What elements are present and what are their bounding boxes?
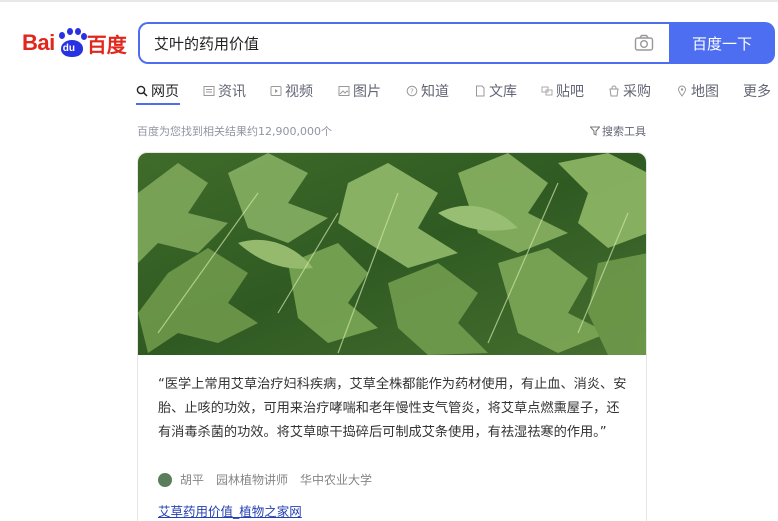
active-tab-indicator	[136, 103, 180, 105]
tab-label: 视频	[285, 84, 313, 100]
tab-label: 贴吧	[556, 84, 584, 100]
tab-web[interactable]: 网页	[136, 80, 179, 102]
shop-icon	[609, 85, 619, 97]
news-icon	[203, 86, 215, 96]
tab-label: 资讯	[218, 84, 246, 100]
author-name[interactable]: 胡平	[180, 471, 204, 488]
image-icon	[338, 86, 350, 96]
author-row: 胡平 园林植物讲师 华中农业大学	[158, 471, 384, 488]
tab-tieba[interactable]: 贴吧	[541, 80, 584, 102]
tab-more[interactable]: 更多	[743, 80, 771, 102]
tab-video[interactable]: 视频	[270, 80, 313, 102]
logo-bai: Bai	[22, 30, 55, 55]
logo-du: du	[62, 43, 75, 54]
tab-label: 网页	[151, 84, 179, 100]
tab-caigou[interactable]: 采购	[608, 80, 651, 102]
result-count: 百度为您找到相关结果约12,900,000个	[137, 125, 332, 138]
tab-label: 图片	[353, 84, 381, 100]
answer-quote: “医学上常用艾草治疗妇科疾病，艾草全株都能作为药材使用，有止血、消炎、安胎、止咳…	[158, 377, 627, 440]
tab-label: 地图	[691, 84, 719, 100]
search-tools-label: 搜索工具	[602, 125, 646, 138]
tab-label: 知道	[421, 84, 449, 100]
filter-icon	[590, 126, 600, 136]
tab-images[interactable]: 图片	[338, 80, 381, 102]
search-query[interactable]: 艾叶的药用价值	[154, 33, 259, 54]
video-icon	[270, 86, 282, 96]
question-icon: ?	[406, 85, 418, 97]
search-icon	[136, 85, 148, 97]
search-button[interactable]: 百度一下	[669, 22, 775, 64]
search-tools-button[interactable]: 搜索工具	[590, 123, 646, 139]
baidu-logo[interactable]: Bai du 百度	[22, 26, 127, 60]
map-icon	[677, 85, 687, 97]
forum-icon	[541, 86, 553, 96]
tab-zhidao[interactable]: ? 知道	[406, 80, 449, 102]
top-border	[0, 0, 778, 2]
paw-icon: du	[56, 28, 87, 58]
logo-cn: 百度	[86, 32, 127, 57]
author-title: 园林植物讲师	[216, 473, 289, 487]
tab-wenku[interactable]: 文库	[474, 80, 517, 102]
tab-map[interactable]: 地图	[676, 80, 719, 102]
doc-icon	[476, 85, 485, 97]
camera-icon[interactable]	[634, 34, 654, 52]
tab-label: 更多	[743, 84, 771, 100]
mugwort-leaves-image[interactable]	[138, 153, 647, 355]
result-card: “医学上常用艾草治疗妇科疾病，艾草全株都能作为药材使用，有止血、消炎、安胎、止咳…	[137, 152, 647, 521]
tab-label: 采购	[623, 84, 651, 100]
author-org: 华中农业大学	[300, 473, 373, 487]
search-input[interactable]: 艾叶的药用价值	[138, 22, 670, 64]
author-avatar[interactable]	[158, 472, 172, 487]
source-link[interactable]: 艾草药用价值_植物之家网	[158, 501, 302, 520]
svg-text:?: ?	[410, 88, 414, 96]
tab-label: 文库	[489, 84, 517, 100]
tab-news[interactable]: 资讯	[203, 80, 246, 102]
